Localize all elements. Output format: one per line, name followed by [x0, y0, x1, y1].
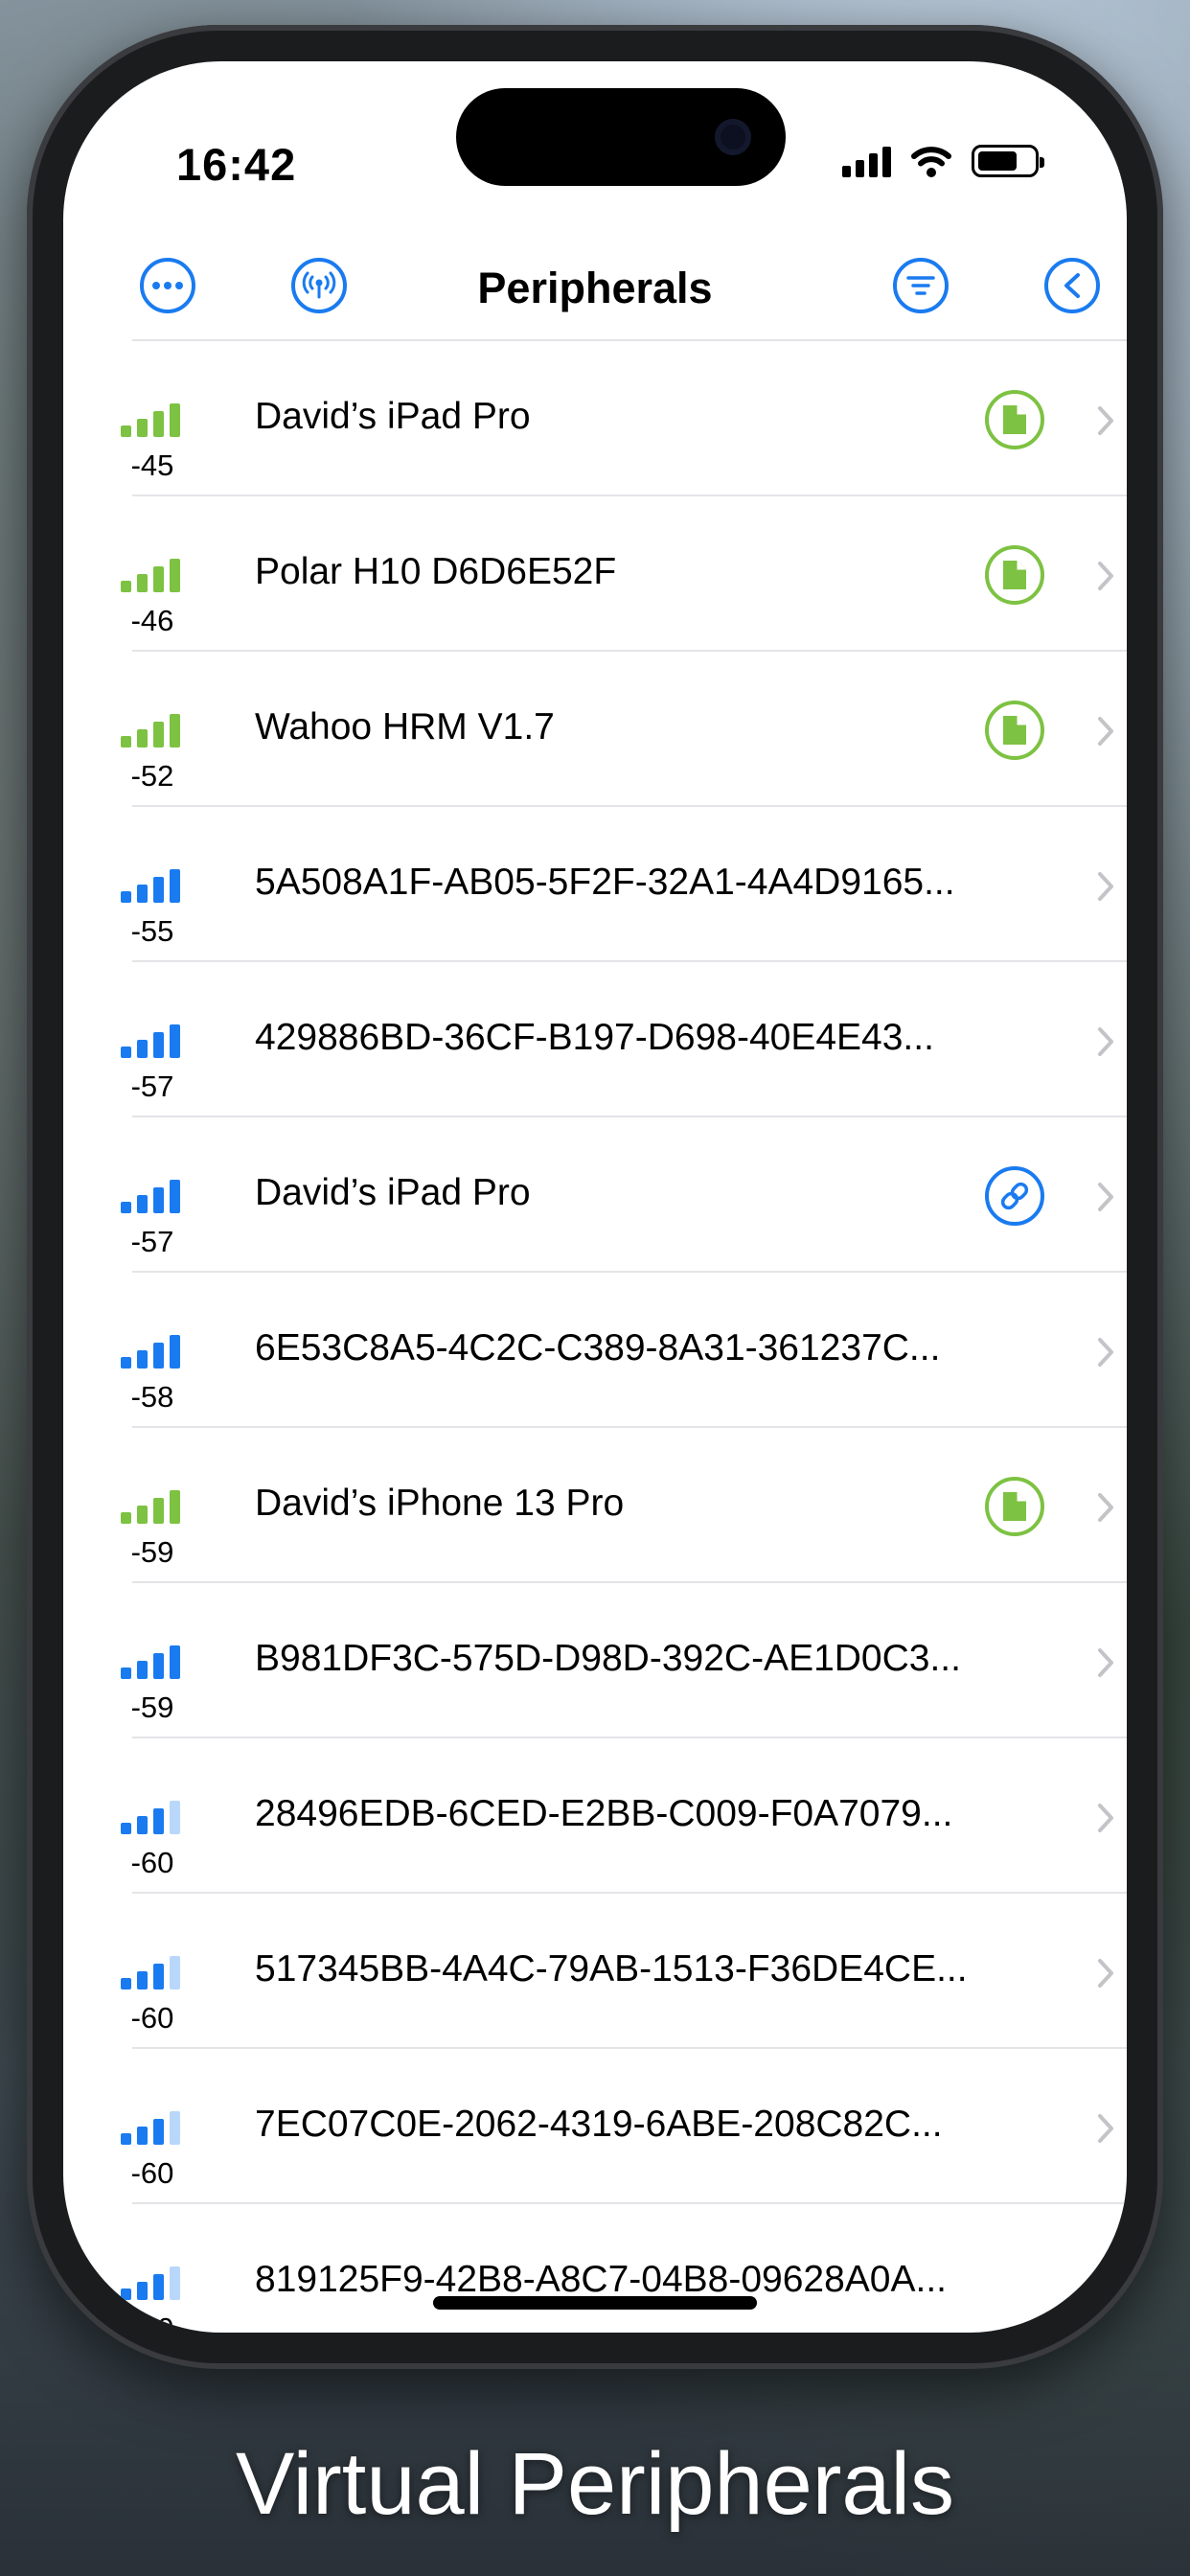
signal-strength-icon	[121, 402, 182, 437]
rssi-value: -55	[130, 914, 174, 948]
signal-strength-icon	[121, 1179, 182, 1213]
signal-strength-icon	[121, 1800, 182, 1834]
signal-strength-icon	[121, 558, 182, 592]
signal-strength-icon	[121, 1644, 182, 1679]
battery-icon	[972, 145, 1044, 177]
chevron-right-icon	[1087, 1485, 1125, 1530]
peripheral-name: Polar H10 D6D6E52F	[255, 551, 617, 592]
peripheral-row[interactable]: -52 Wahoo HRM V1.7	[63, 652, 1127, 807]
chevron-right-icon	[1087, 399, 1125, 443]
peripheral-name: 429886BD-36CF-B197-D698-40E4E43...	[255, 1017, 934, 1058]
status-time: 16:42	[176, 139, 297, 190]
peripheral-row[interactable]: -59 B981DF3C-575D-D98D-392C-AE1D0C3...	[63, 1583, 1127, 1738]
peripheral-name: 28496EDB-6CED-E2BB-C009-F0A7079...	[255, 1793, 953, 1834]
signal-strength-icon	[121, 868, 182, 903]
cellular-signal-icon	[842, 145, 891, 177]
chevron-right-icon	[1087, 554, 1125, 598]
page-title: Peripherals	[477, 264, 713, 312]
chevron-right-icon	[1087, 1175, 1125, 1219]
rssi-value: -59	[130, 1690, 174, 1724]
chevron-right-icon	[1087, 1330, 1125, 1374]
peripheral-name: David’s iPad Pro	[255, 1172, 531, 1213]
peripheral-name: 6E53C8A5-4C2C-C389-8A31-361237C...	[255, 1327, 941, 1368]
chevron-right-icon	[1087, 2262, 1125, 2306]
filter-icon	[906, 276, 935, 295]
back-chevron-icon	[1064, 273, 1080, 298]
status-bar: 16:42	[63, 61, 1127, 205]
peripheral-row[interactable]: -57 429886BD-36CF-B197-D698-40E4E43...	[63, 962, 1127, 1117]
rssi-value: -45	[130, 448, 174, 482]
phone-screen: 16:42 Peripherals -45 David’s iPad Pro -…	[63, 61, 1127, 2333]
link-icon	[985, 1166, 1044, 1226]
peripheral-row[interactable]: -55 5A508A1F-AB05-5F2F-32A1-4A4D9165...	[63, 807, 1127, 962]
peripheral-row[interactable]: -59 David’s iPhone 13 Pro	[63, 1428, 1127, 1583]
filter-button[interactable]	[893, 258, 949, 313]
peripheral-row[interactable]: -57 David’s iPad Pro	[63, 1117, 1127, 1273]
back-button[interactable]	[1044, 258, 1100, 313]
chevron-right-icon	[1087, 1796, 1125, 1840]
signal-strength-icon	[121, 1489, 182, 1524]
signal-strength-icon	[121, 1955, 182, 1990]
status-icons	[842, 142, 1044, 180]
peripheral-row[interactable]: -58 6E53C8A5-4C2C-C389-8A31-361237C...	[63, 1273, 1127, 1428]
signal-strength-icon	[121, 2110, 182, 2145]
peripheral-name: David’s iPhone 13 Pro	[255, 1483, 625, 1524]
peripheral-name: 819125F9-42B8-A8C7-04B8-09628A0A...	[255, 2259, 947, 2300]
rssi-value: -60	[130, 2156, 174, 2190]
signal-strength-icon	[121, 1024, 182, 1058]
rssi-value: -60	[130, 2001, 174, 2035]
wifi-icon	[911, 147, 951, 177]
peripheral-row[interactable]: -60 7EC07C0E-2062-4319-6ABE-208C82C...	[63, 2049, 1127, 2204]
phone-frame: 16:42 Peripherals -45 David’s iPad Pro -…	[27, 25, 1163, 2369]
peripheral-name: David’s iPad Pro	[255, 396, 531, 437]
camera-icon	[715, 119, 751, 155]
peripheral-row[interactable]: -60 819125F9-42B8-A8C7-04B8-09628A0A...	[63, 2204, 1127, 2333]
peripheral-row[interactable]: -60 28496EDB-6CED-E2BB-C009-F0A7079...	[63, 1738, 1127, 1894]
home-indicator[interactable]	[433, 2296, 757, 2310]
chevron-right-icon	[1087, 2106, 1125, 2150]
signal-strength-icon	[121, 713, 182, 748]
chevron-right-icon	[1087, 1951, 1125, 1995]
document-icon	[985, 1477, 1044, 1536]
rssi-value: -58	[130, 1380, 174, 1414]
navigation-bar: Peripherals	[63, 239, 1127, 334]
chevron-right-icon	[1087, 709, 1125, 753]
signal-strength-icon	[121, 2266, 182, 2300]
peripheral-name: 7EC07C0E-2062-4319-6ABE-208C82C...	[255, 2104, 943, 2145]
caption: Virtual Peripherals	[235, 2435, 954, 2533]
peripheral-row[interactable]: -46 Polar H10 D6D6E52F	[63, 496, 1127, 652]
peripheral-name: Wahoo HRM V1.7	[255, 706, 555, 748]
peripheral-name: B981DF3C-575D-D98D-392C-AE1D0C3...	[255, 1638, 961, 1679]
document-icon	[985, 701, 1044, 760]
rssi-value: -52	[130, 759, 174, 793]
rssi-value: -57	[130, 1225, 174, 1258]
peripheral-name: 5A508A1F-AB05-5F2F-32A1-4A4D9165...	[255, 862, 955, 903]
dynamic-island	[456, 88, 786, 186]
peripheral-row[interactable]: -45 David’s iPad Pro	[63, 341, 1127, 496]
peripheral-row[interactable]: -60 517345BB-4A4C-79AB-1513-F36DE4CE...	[63, 1894, 1127, 2049]
rssi-value: -46	[130, 604, 174, 637]
document-icon	[985, 545, 1044, 605]
rssi-value: -60	[130, 1846, 174, 1879]
signal-strength-icon	[121, 1334, 182, 1368]
peripheral-name: 517345BB-4A4C-79AB-1513-F36DE4CE...	[255, 1948, 968, 1990]
chevron-right-icon	[1087, 1641, 1125, 1685]
chevron-right-icon	[1087, 1020, 1125, 1064]
chevron-right-icon	[1087, 864, 1125, 908]
rssi-value: -57	[130, 1070, 174, 1103]
document-icon	[985, 390, 1044, 449]
rssi-value: -60	[130, 2312, 174, 2333]
peripheral-list: -45 David’s iPad Pro -46 Polar H10 D6D6E52F…	[63, 341, 1127, 2333]
rssi-value: -59	[130, 1535, 174, 1569]
